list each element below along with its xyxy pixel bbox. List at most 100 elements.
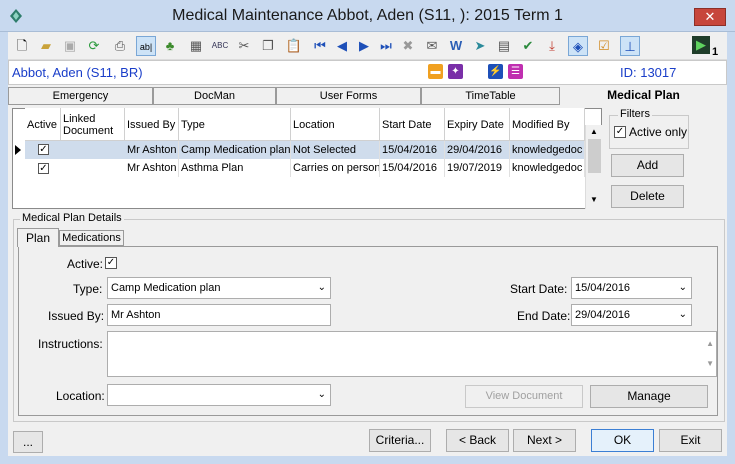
- column-header-active[interactable]: Active: [25, 108, 61, 141]
- tab-medical-plan[interactable]: Medical Plan: [560, 86, 727, 105]
- cell-location: Not Selected: [291, 141, 380, 159]
- chevron-down-icon: ⌄: [317, 389, 326, 400]
- email-icon[interactable]: ✉: [422, 36, 442, 56]
- chevron-down-icon: ⌄: [678, 282, 687, 293]
- medical-plan-details-label: Medical Plan Details: [20, 212, 124, 224]
- frame-bottom: [0, 456, 735, 464]
- cell-issued-by: Mr Ashton: [125, 159, 179, 177]
- chevron-down-icon: ⌄: [317, 282, 326, 293]
- column-header-type[interactable]: Type: [179, 108, 291, 141]
- view-document-button[interactable]: View Document: [465, 385, 583, 408]
- delete-record-icon[interactable]: ✖: [398, 36, 418, 56]
- instructions-textarea[interactable]: ▲ ▼: [107, 331, 717, 377]
- grid-scrollbar[interactable]: ▲ ▼: [585, 125, 602, 209]
- save-icon[interactable]: ▣: [60, 36, 80, 56]
- add-button[interactable]: Add: [611, 154, 684, 177]
- paste-icon[interactable]: 📋: [284, 36, 304, 56]
- close-button[interactable]: ✕: [694, 8, 726, 26]
- column-header-linked-document[interactable]: Linked Document: [61, 108, 125, 141]
- text-field-icon[interactable]: ab|: [136, 36, 156, 56]
- new-icon[interactable]: 🗋: [12, 36, 32, 56]
- row-pointer-icon: [15, 145, 21, 155]
- exit-button[interactable]: Exit: [659, 429, 722, 452]
- active-only-checkbox[interactable]: ✓: [614, 126, 626, 138]
- more-button[interactable]: ...: [13, 431, 43, 453]
- scroll-down-icon[interactable]: ▼: [706, 354, 714, 374]
- filters-label: Filters: [618, 108, 652, 120]
- ok-button[interactable]: OK: [591, 429, 654, 452]
- notes-icon[interactable]: ☰: [508, 64, 523, 79]
- previous-record-icon[interactable]: ◀: [332, 36, 352, 56]
- cell-type: Camp Medication plan: [179, 141, 291, 159]
- next-button[interactable]: Next >: [513, 429, 576, 452]
- end-date-value: 29/04/2016: [575, 309, 631, 321]
- spellcheck-icon[interactable]: ABC: [210, 36, 230, 56]
- download-icon[interactable]: ⤓: [542, 36, 562, 56]
- cell-expiry-date: 29/04/2016: [445, 141, 510, 159]
- column-header-location[interactable]: Location: [291, 108, 380, 141]
- column-header-start-date[interactable]: Start Date: [380, 108, 445, 141]
- subtab-plan[interactable]: Plan: [17, 228, 59, 247]
- cell-start-date: 15/04/2016: [380, 159, 445, 177]
- scroll-thumb[interactable]: [588, 139, 601, 173]
- calculator-icon[interactable]: ▦: [186, 36, 206, 56]
- last-record-icon[interactable]: ⏭: [376, 36, 396, 56]
- cell-type: Asthma Plan: [179, 159, 291, 177]
- next-record-icon[interactable]: ▶: [354, 36, 374, 56]
- student-id: ID: 13017: [620, 65, 677, 80]
- tag-icon[interactable]: ◈: [568, 36, 588, 56]
- location-select[interactable]: ⌄: [107, 384, 331, 406]
- delete-button[interactable]: Delete: [611, 185, 684, 208]
- scroll-up-icon[interactable]: ▲: [706, 334, 714, 354]
- refresh-icon[interactable]: ⟳: [84, 36, 104, 56]
- open-folder-icon[interactable]: ▰: [36, 36, 56, 56]
- cell-modified-by: knowledgedoc: [510, 141, 585, 159]
- copy-icon[interactable]: ❐: [258, 36, 278, 56]
- back-button[interactable]: < Back: [446, 429, 509, 452]
- toolbar: 🗋 ▰ ▣ ⟳ ⎙ ab| ♣ ▦ ABC ✂ ❐ 📋 ⏮ ◀ ▶ ⏭ ✖ ✉ …: [8, 32, 727, 60]
- tree-icon[interactable]: ♣: [160, 36, 180, 56]
- cell-expiry-date: 19/07/2019: [445, 159, 510, 177]
- toolbar-badge: 1: [712, 46, 719, 58]
- tab-emergency[interactable]: Emergency: [8, 87, 153, 104]
- word-document-icon[interactable]: W: [446, 36, 466, 56]
- start-date-picker[interactable]: 15/04/2016 ⌄: [571, 277, 692, 299]
- chevron-down-icon: ⌄: [678, 309, 687, 320]
- first-record-icon[interactable]: ⏮: [310, 36, 330, 56]
- comment-icon[interactable]: ▬: [428, 64, 443, 79]
- tab-timetable[interactable]: TimeTable: [421, 87, 560, 104]
- pin-icon[interactable]: ⊥: [620, 36, 640, 56]
- flash-icon[interactable]: ⚡: [488, 64, 503, 79]
- puzzle-icon[interactable]: ✦: [448, 64, 463, 79]
- start-date-value: 15/04/2016: [575, 282, 631, 294]
- manage-button[interactable]: Manage: [590, 385, 708, 408]
- window-title: Medical Maintenance Abbot, Aden (S11, ):…: [172, 7, 563, 24]
- column-header-issued-by[interactable]: Issued By: [125, 108, 179, 141]
- active-checkbox[interactable]: ✓: [105, 257, 117, 269]
- active-only-label: Active only: [629, 125, 688, 139]
- tab-user-forms[interactable]: User Forms: [276, 87, 421, 104]
- tab-divider: [8, 104, 560, 105]
- run-icon[interactable]: ▶: [692, 36, 710, 54]
- cut-icon[interactable]: ✂: [234, 36, 254, 56]
- column-header-modified-by[interactable]: Modified By: [510, 108, 585, 141]
- scroll-up-icon[interactable]: ▲: [590, 127, 598, 136]
- approve-icon[interactable]: ✔: [518, 36, 538, 56]
- scroll-down-icon[interactable]: ▼: [590, 195, 598, 204]
- checklist-icon[interactable]: ☑: [594, 36, 614, 56]
- cell-issued-by: Mr Ashton: [125, 141, 179, 159]
- subtab-medications[interactable]: Medications: [59, 230, 124, 246]
- tab-docman[interactable]: DocMan: [153, 87, 276, 104]
- end-date-picker[interactable]: 29/04/2016 ⌄: [571, 304, 692, 326]
- send-icon[interactable]: ➤: [470, 36, 490, 56]
- criteria-button[interactable]: Criteria...: [369, 429, 431, 452]
- row-active-checkbox[interactable]: ✓: [38, 144, 49, 155]
- row-active-checkbox[interactable]: ✓: [38, 163, 49, 174]
- column-header-expiry-date[interactable]: Expiry Date: [445, 108, 510, 141]
- active-label: Active:: [67, 257, 104, 271]
- clipboard-icon[interactable]: ▤: [494, 36, 514, 56]
- print-icon[interactable]: ⎙: [110, 36, 130, 56]
- cell-modified-by: knowledgedoc: [510, 159, 585, 177]
- issued-by-field[interactable]: Mr Ashton: [107, 304, 331, 326]
- type-select[interactable]: Camp Medication plan ⌄: [107, 277, 331, 299]
